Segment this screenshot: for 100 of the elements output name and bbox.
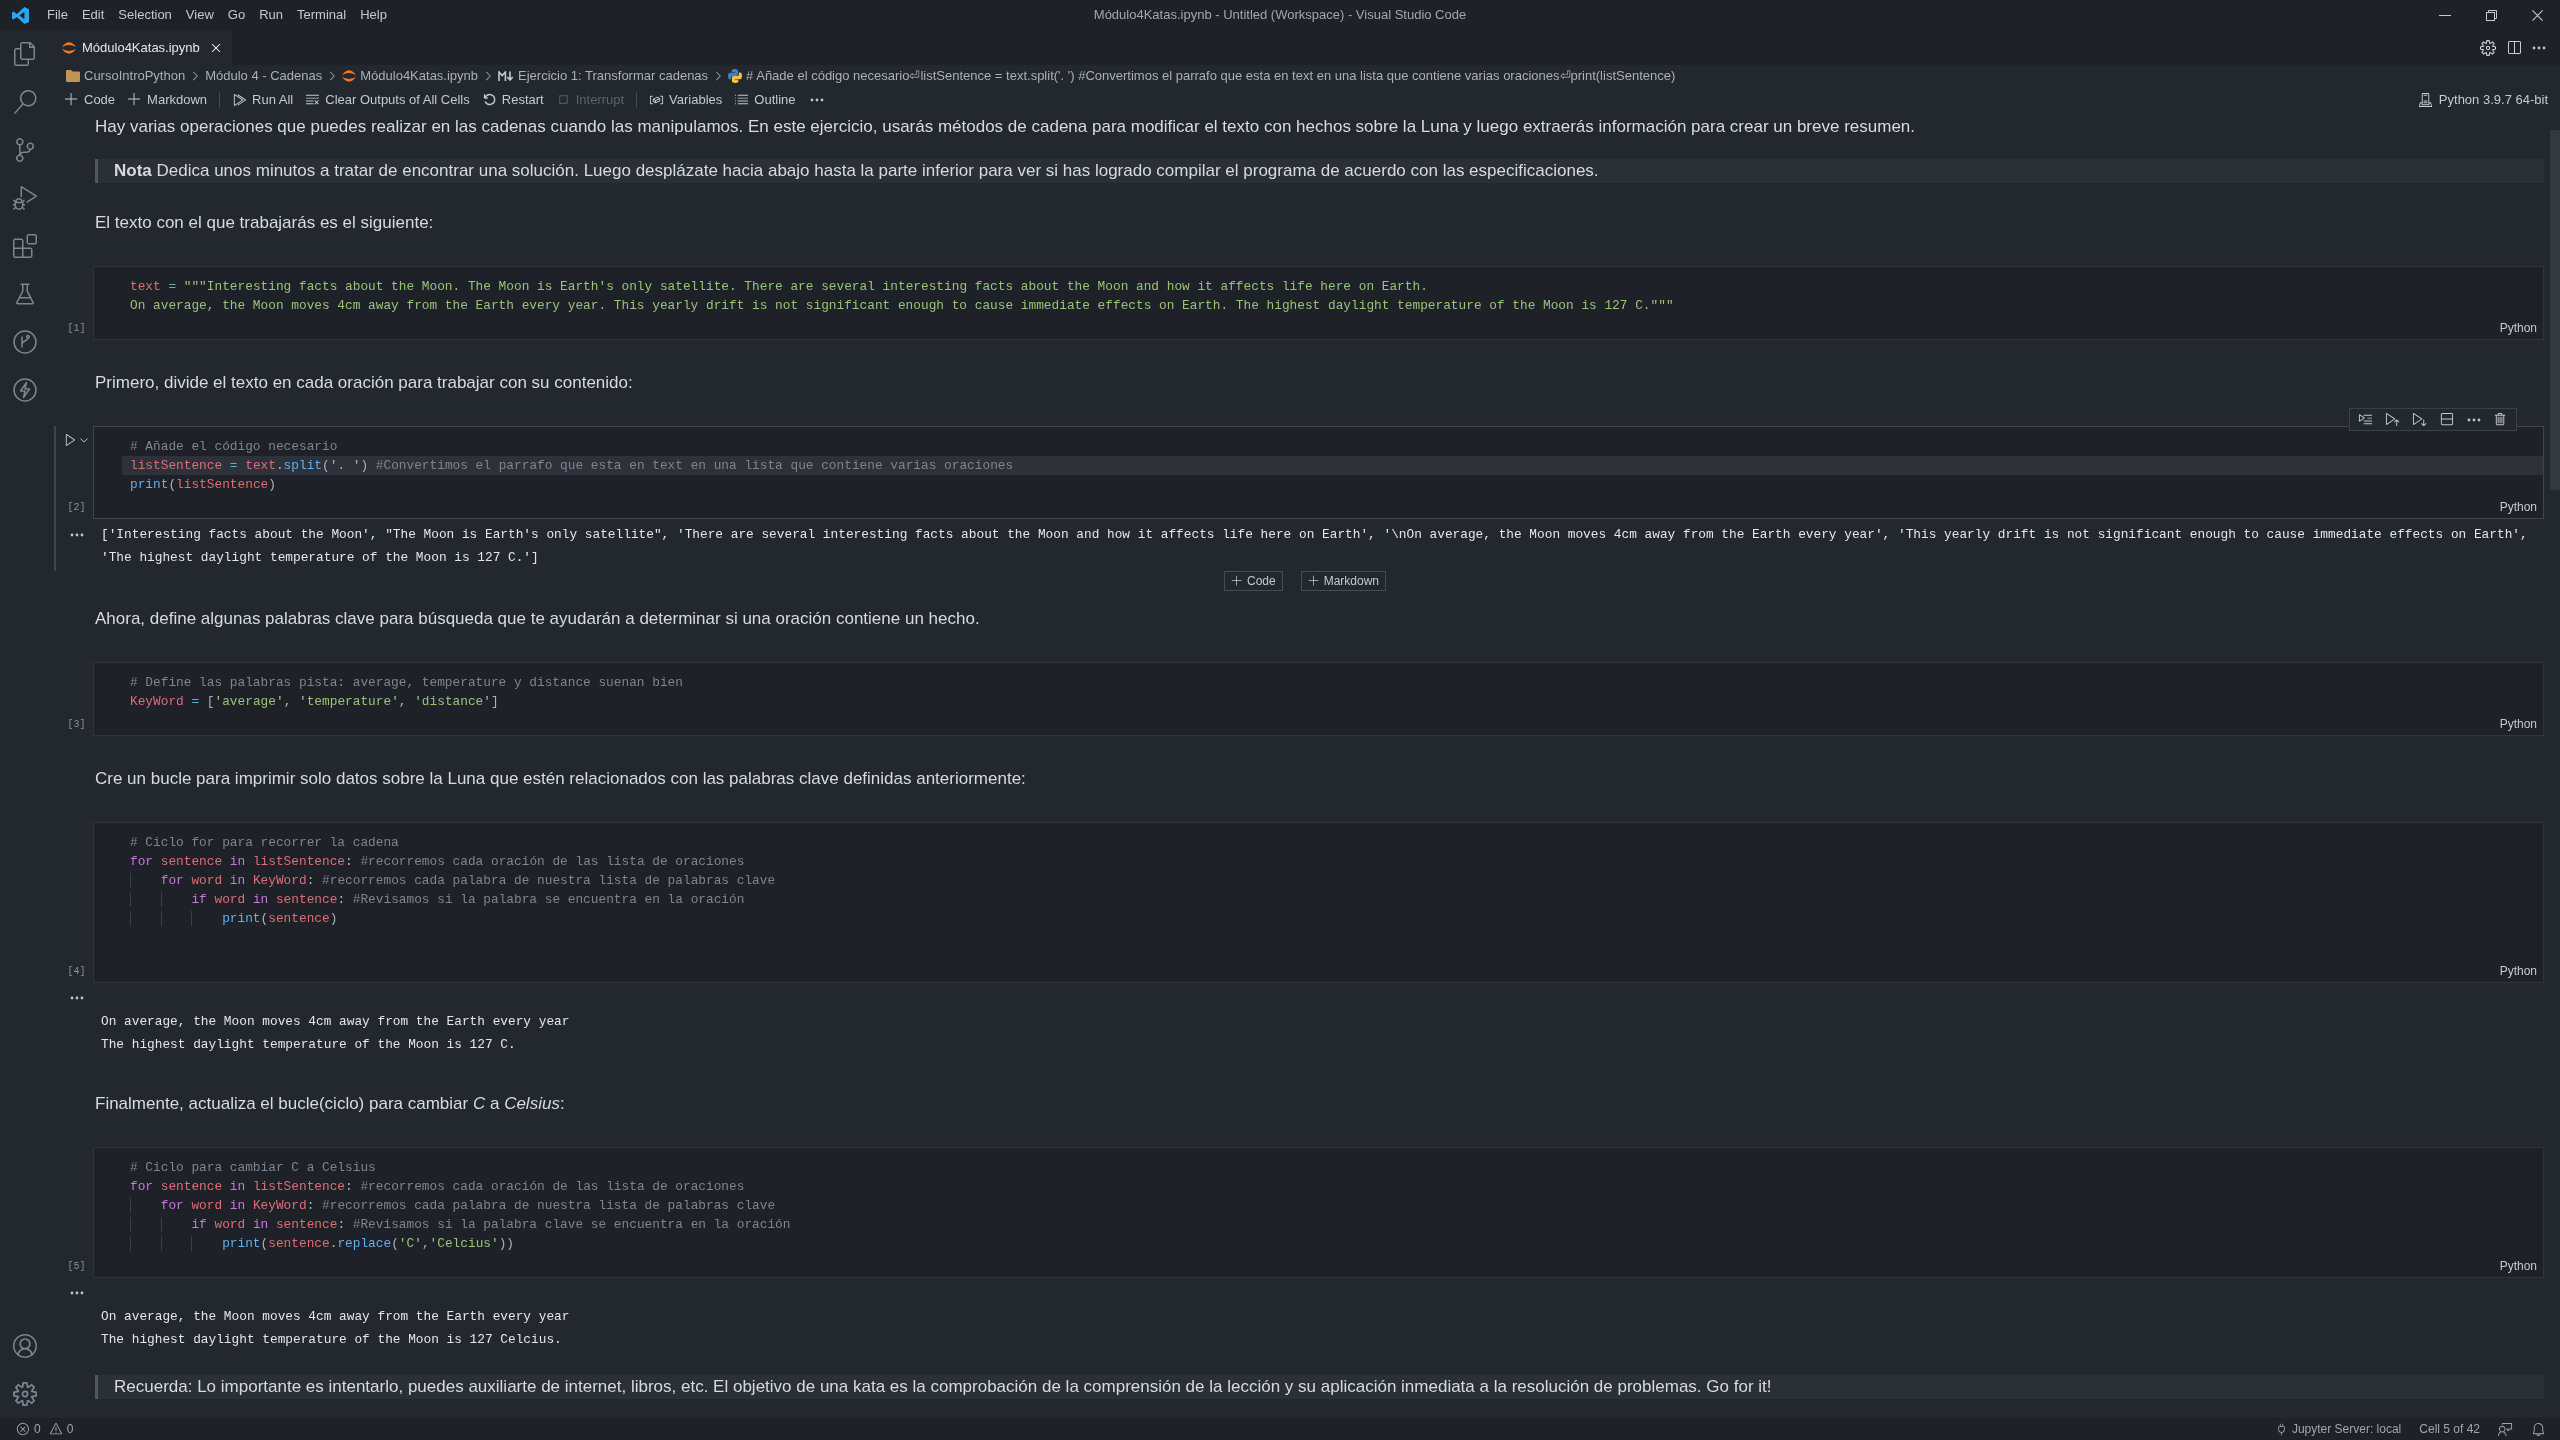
restart-icon — [481, 92, 497, 107]
run-by-line-icon — [2358, 412, 2373, 427]
ellipsis-icon[interactable] — [69, 1291, 84, 1295]
restart-button[interactable]: Restart — [475, 88, 550, 111]
server-icon — [2417, 92, 2433, 107]
python-icon — [728, 69, 743, 83]
lightning-icon[interactable] — [13, 378, 37, 402]
settings-icon[interactable] — [13, 1382, 37, 1406]
account-icon[interactable] — [13, 1334, 37, 1358]
files-icon[interactable] — [13, 42, 37, 66]
markdown-text: Cre un bucle para imprimir solo datos sobre la Luna que estén relacionados con las palabras clave definidas anteriormente: — [95, 768, 1026, 790]
menu-item[interactable]: Selection — [111, 5, 179, 25]
code-cell-editor[interactable]: # Añade el código necesario listSentence = text.split('. ') #Convertimos el parrafo que esta en text en una lista que contiene varias oraciones print(listSentence) Python — [93, 426, 2544, 519]
menu-item[interactable]: Run — [252, 5, 290, 25]
ellipsis-icon[interactable] — [69, 533, 84, 537]
add-cell-button[interactable]: Markdown — [121, 88, 214, 111]
warning-icon — [48, 1422, 63, 1436]
jupyter-server-status[interactable]: Jupyter Server: local — [2274, 1420, 2402, 1438]
menu-item[interactable]: Edit — [74, 5, 112, 25]
code-cell-editor[interactable]: # Define las palabras pista: average, temperature y distance suenan bien KeyWord = ['average', 'temperature', 'distance'] Python — [93, 662, 2544, 736]
code-line: if word in sentence: #Revisamos si la palabra clave se encuentra en la oración — [130, 1215, 791, 1234]
code-line: text = """Interesting facts about the Moon. The Moon is Earth's only satellite. There are several interesting facts about the Moon and how it affects life here on Earth. — [130, 278, 1428, 296]
run-below-icon — [2412, 412, 2427, 427]
notifications-icon[interactable] — [2531, 1421, 2546, 1437]
code-line: # Define las palabras pista: average, temperature y distance suenan bien — [130, 674, 683, 692]
code-line: for word in KeyWord: #recorremos cada palabra de nuestra lista de palabras clave — [130, 871, 776, 890]
cell-language[interactable]: Python — [2499, 321, 2537, 335]
list-icon — [734, 92, 750, 107]
run-cell-button[interactable] — [63, 432, 78, 447]
breadcrumb-item[interactable]: # Añade el código necesario⏎listSentence = text.split('. ') #Convertimos el parrafo que esta en text en una lista que contiene varias oraciones⏎print(listSentence) — [728, 66, 1676, 86]
cell-language[interactable]: Python — [2499, 964, 2537, 978]
execution-count: [2] — [67, 501, 86, 515]
search-icon[interactable] — [13, 90, 37, 114]
code-cell-editor[interactable] — [93, 1147, 2544, 1278]
window-title: Módulo4Katas.ipynb - Untitled (Workspace) - Visual Studio Code — [1093, 6, 1467, 25]
more-icon[interactable] — [2532, 45, 2546, 50]
split-editor-icon[interactable] — [2506, 39, 2522, 56]
clear-outputs-button[interactable]: Clear Outputs of All Cells — [299, 88, 476, 111]
source-control-icon[interactable] — [13, 138, 37, 162]
cell-language[interactable]: Python — [2499, 500, 2537, 514]
menu-item[interactable]: Terminal — [290, 5, 354, 25]
trash-icon — [2493, 412, 2508, 427]
editor-tab[interactable]: Módulo4Katas.ipynb — [50, 30, 232, 65]
cell-language[interactable]: Python — [2499, 1259, 2537, 1273]
menu-item[interactable]: File — [40, 5, 75, 25]
more-icon — [809, 97, 824, 102]
kernel-picker[interactable]: Python 3.9.7 64-bit — [2417, 88, 2548, 111]
menu-item[interactable]: Help — [353, 5, 394, 25]
play-icon — [63, 432, 78, 447]
minimize-icon — [2439, 14, 2451, 16]
restore-icon — [2485, 9, 2497, 21]
execution-count: [1] — [67, 322, 86, 336]
code-line: KeyWord = ['average', 'temperature', 'distance'] — [130, 693, 499, 711]
ellipsis-icon[interactable] — [69, 996, 84, 1000]
plus-icon — [1230, 575, 1243, 587]
output-text: On average, the Moon moves 4cm away from the Earth every year The highest daylight temperature of the Moon is 127 Celcius. — [101, 1308, 570, 1349]
split-icon — [2439, 412, 2454, 427]
variables-button[interactable]: Variables — [643, 88, 729, 111]
menu-item[interactable]: Go — [220, 5, 253, 25]
app-logo-icon — [11, 6, 29, 24]
feedback-icon[interactable] — [2498, 1421, 2513, 1437]
run-above-icon — [2385, 412, 2400, 427]
close-icon — [2531, 9, 2543, 21]
markdown-icon — [498, 71, 515, 81]
output-text: On average, the Moon moves 4cm away from the Earth every year The highest daylight temperature of the Moon is 127 C. — [101, 1013, 570, 1054]
run-all-button[interactable]: Run All — [226, 88, 300, 111]
add-cell-button[interactable]: Markdown — [1300, 571, 1386, 591]
branch-circle-icon[interactable] — [13, 330, 37, 354]
outline-button[interactable]: Outline — [728, 88, 802, 111]
notebook-icon — [342, 70, 357, 82]
add-cell-button[interactable]: Code — [1223, 571, 1283, 591]
problems-button[interactable]: 0 0 — [16, 1420, 74, 1438]
callout-text: Recuerda: Lo importante es intentarlo, puedes auxiliarte de internet, libros, etc. El objetivo de una kata es la comprobación de la comprensión de la lección y su aplicación inmediata a la resolución de problemas. Go for it! — [114, 1376, 1772, 1398]
code-line: print(listSentence) — [130, 476, 276, 494]
breadcrumb-item[interactable]: Módulo 4 - Cadenas — [205, 66, 323, 86]
code-line: for sentence in listSentence: #recorremos cada oración de las lista de oraciones — [130, 853, 745, 871]
menu-item[interactable]: View — [178, 5, 221, 25]
markdown-text: Finalmente, actualiza el bucle(ciclo) para cambiar C a Celsius: — [95, 1093, 565, 1115]
breadcrumb-item[interactable]: Módulo4Katas.ipynb — [342, 66, 479, 86]
output-text: ['Interesting facts about the Moon', "The Moon is Earth's only satellite", 'There are several interesting facts about the Moon and how it affects life here on Earth', '\nOn average, the Moon moves 4cm away from the Earth every year', 'This yearly drift is not significant enough to cause immediate effects on Earth', 'The highest daylight temperature of the Moon is 127 C.'] — [101, 526, 2528, 567]
run-debug-icon[interactable] — [13, 186, 37, 210]
code-line: if word in sentence: #Revisamos si la palabra se encuentra en la oración — [130, 890, 745, 909]
breadcrumb-item[interactable]: Ejercicio 1: Transformar cadenas — [498, 66, 709, 86]
code-cell-editor[interactable] — [93, 822, 2544, 983]
settings-icon[interactable] — [2480, 39, 2496, 56]
code-line: print(sentence) — [130, 909, 338, 928]
cell-position[interactable]: Cell 5 of 42 — [2419, 1420, 2480, 1438]
markdown-text: El texto con el que trabajarás es el siguiente: — [95, 212, 434, 234]
extensions-icon[interactable] — [13, 234, 37, 258]
markdown-text: Primero, divide el texto en cada oración para trabajar con su contenido: — [95, 372, 633, 394]
add-cell-button[interactable]: Code — [58, 88, 122, 111]
notebook-icon — [62, 41, 76, 54]
error-icon — [16, 1422, 30, 1436]
flask-icon[interactable] — [13, 282, 37, 306]
breadcrumb-item[interactable]: CursoIntroPython — [66, 66, 186, 86]
cell-language[interactable]: Python — [2499, 717, 2537, 731]
callout-text: Nota Dedica unos minutos a tratar de encontrar una solución. Luego desplázate hacia abajo hasta la parte inferior para ver si has logrado compilar el programa de acuerdo con las especificaciones. — [114, 160, 1599, 182]
plus-icon — [127, 92, 143, 107]
execution-count: [5] — [67, 1260, 86, 1274]
code-line: listSentence = text.split('. ') #Convertimos el parrafo que esta en text en una lista que contiene varias oraciones — [130, 457, 1014, 475]
